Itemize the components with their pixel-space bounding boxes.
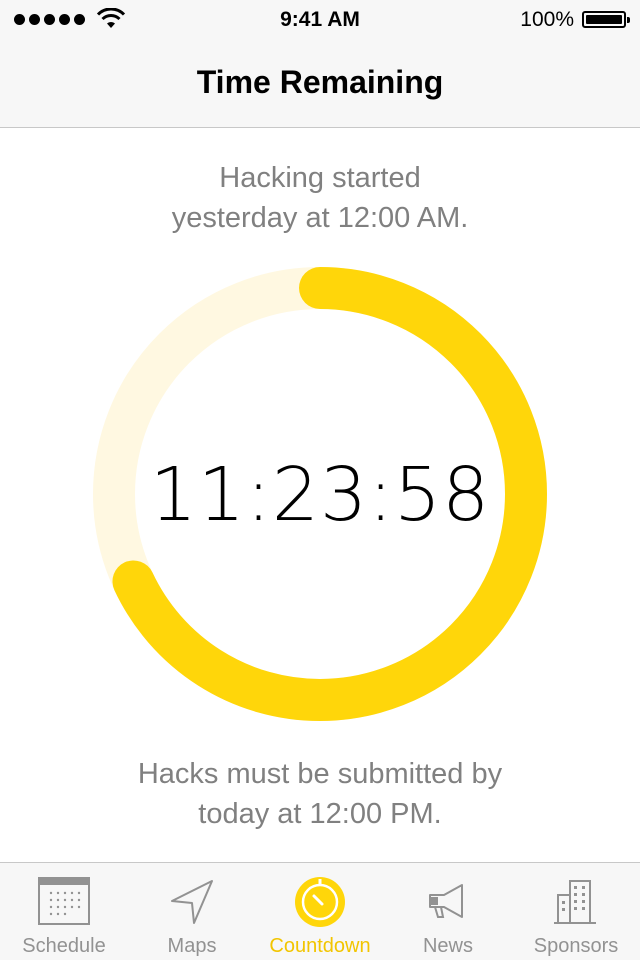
timer-icon: [295, 877, 345, 927]
tab-schedule[interactable]: Schedule: [0, 863, 128, 960]
start-line-1: Hacking started: [219, 162, 421, 194]
hacking-start-text: Hacking started yesterday at 12:00 AM.: [0, 158, 640, 238]
megaphone-icon: [429, 884, 463, 918]
tab-label-news: News: [422, 935, 473, 957]
tab-maps[interactable]: Maps: [128, 863, 256, 960]
submission-deadline-text: Hacks must be submitted by today at 12:0…: [0, 754, 640, 834]
countdown-timer: 11:23:58: [149, 452, 491, 538]
status-bar: 9:41 AM 100%: [0, 0, 640, 40]
tab-label-schedule: Schedule: [22, 935, 106, 957]
tab-label-sponsors: Sponsors: [533, 935, 619, 957]
end-line-2: today at 12:00 PM.: [198, 798, 442, 830]
battery-icon: [582, 11, 630, 28]
calendar-icon: [38, 877, 90, 925]
location-arrow-icon: [171, 880, 213, 924]
page-title: Time Remaining: [196, 64, 444, 100]
building-icon: [554, 880, 596, 924]
tab-bar: Schedule Maps Countdown News Sponsors: [0, 862, 640, 960]
start-line-2: yesterday at 12:00 AM.: [171, 202, 469, 234]
tab-sponsors[interactable]: Sponsors: [512, 863, 640, 960]
tab-countdown[interactable]: Countdown: [256, 863, 384, 960]
tab-news[interactable]: News: [384, 863, 512, 960]
end-line-1: Hacks must be submitted by: [137, 758, 503, 790]
tab-label-maps: Maps: [167, 935, 217, 957]
battery-percentage: 100%: [520, 8, 574, 31]
navigation-bar: Time Remaining: [0, 40, 640, 128]
tab-label-countdown: Countdown: [269, 935, 371, 957]
